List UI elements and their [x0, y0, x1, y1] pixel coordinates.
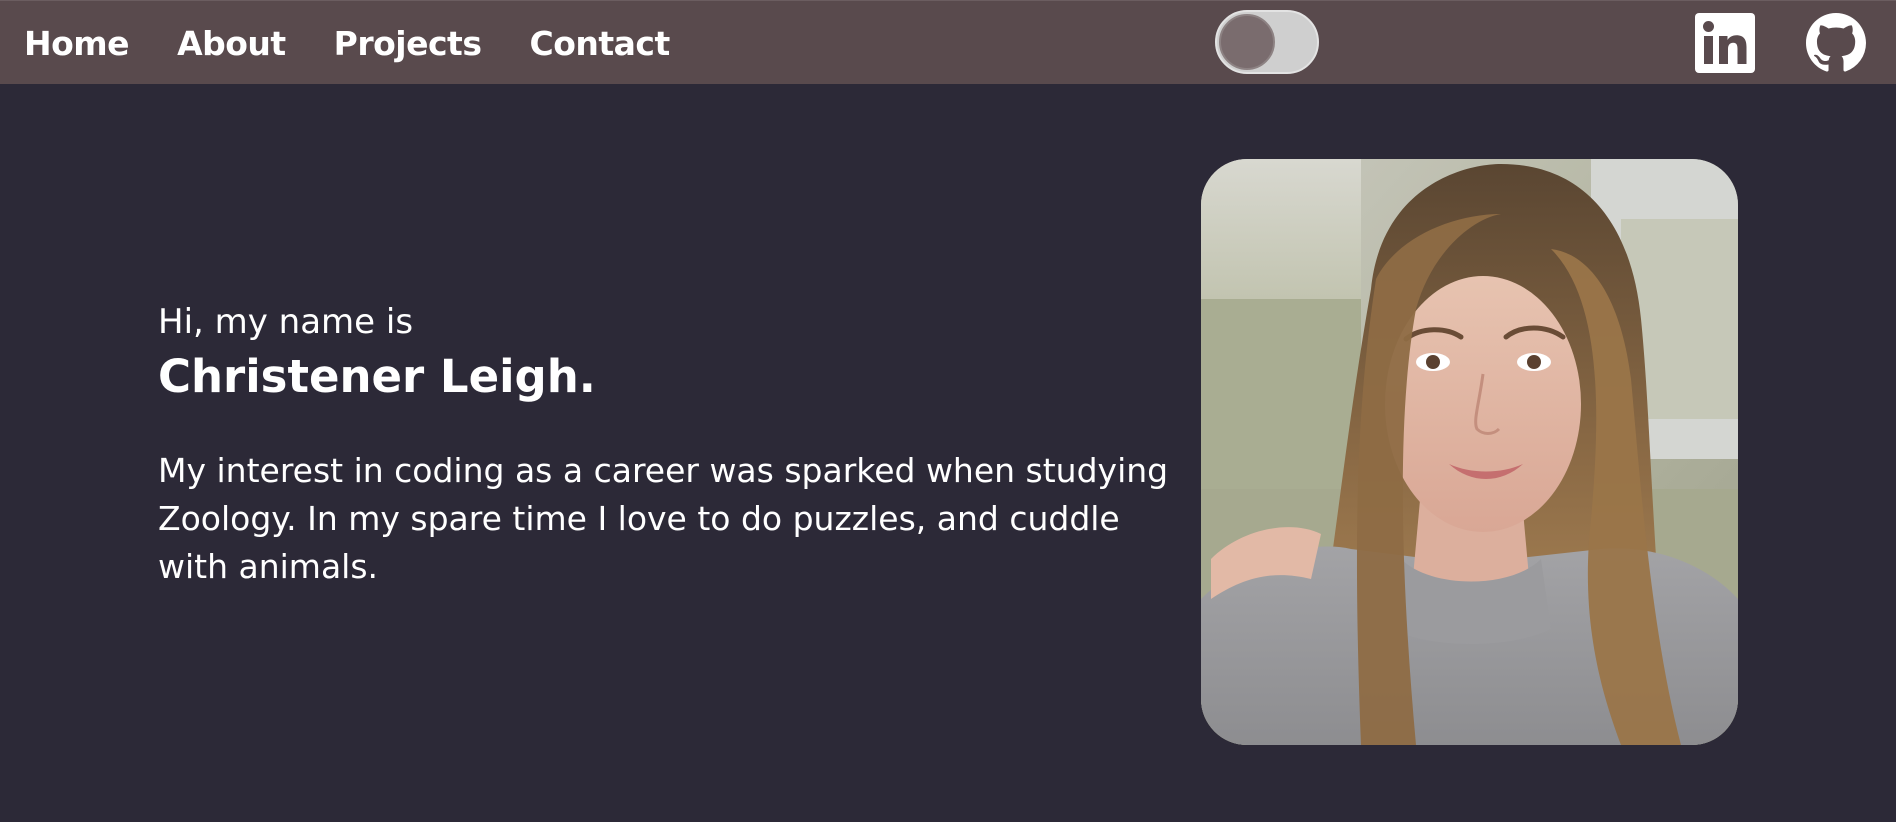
nav-link-about[interactable]: About	[177, 24, 286, 63]
theme-toggle[interactable]	[1215, 10, 1319, 74]
intro: Hi, my name is Christener Leigh. My inte…	[158, 300, 1178, 591]
nav-link-projects[interactable]: Projects	[334, 24, 482, 63]
bio-text: My interest in coding as a career was sp…	[158, 450, 1169, 586]
person-name: Christener Leigh.	[158, 350, 596, 404]
linkedin-icon	[1695, 13, 1755, 73]
nav-link-contact[interactable]: Contact	[529, 24, 670, 63]
github-link[interactable]	[1806, 13, 1866, 73]
nav-links: Home About Projects Contact	[24, 1, 670, 85]
theme-toggle-knob	[1219, 14, 1275, 70]
profile-photo-illustration	[1201, 159, 1738, 745]
profile-photo	[1201, 159, 1738, 745]
navbar: Home About Projects Contact	[0, 0, 1896, 84]
linkedin-link[interactable]	[1695, 13, 1755, 73]
greeting-text: Hi, my name is	[158, 302, 414, 342]
github-icon	[1806, 13, 1866, 72]
nav-link-home[interactable]: Home	[24, 24, 130, 63]
